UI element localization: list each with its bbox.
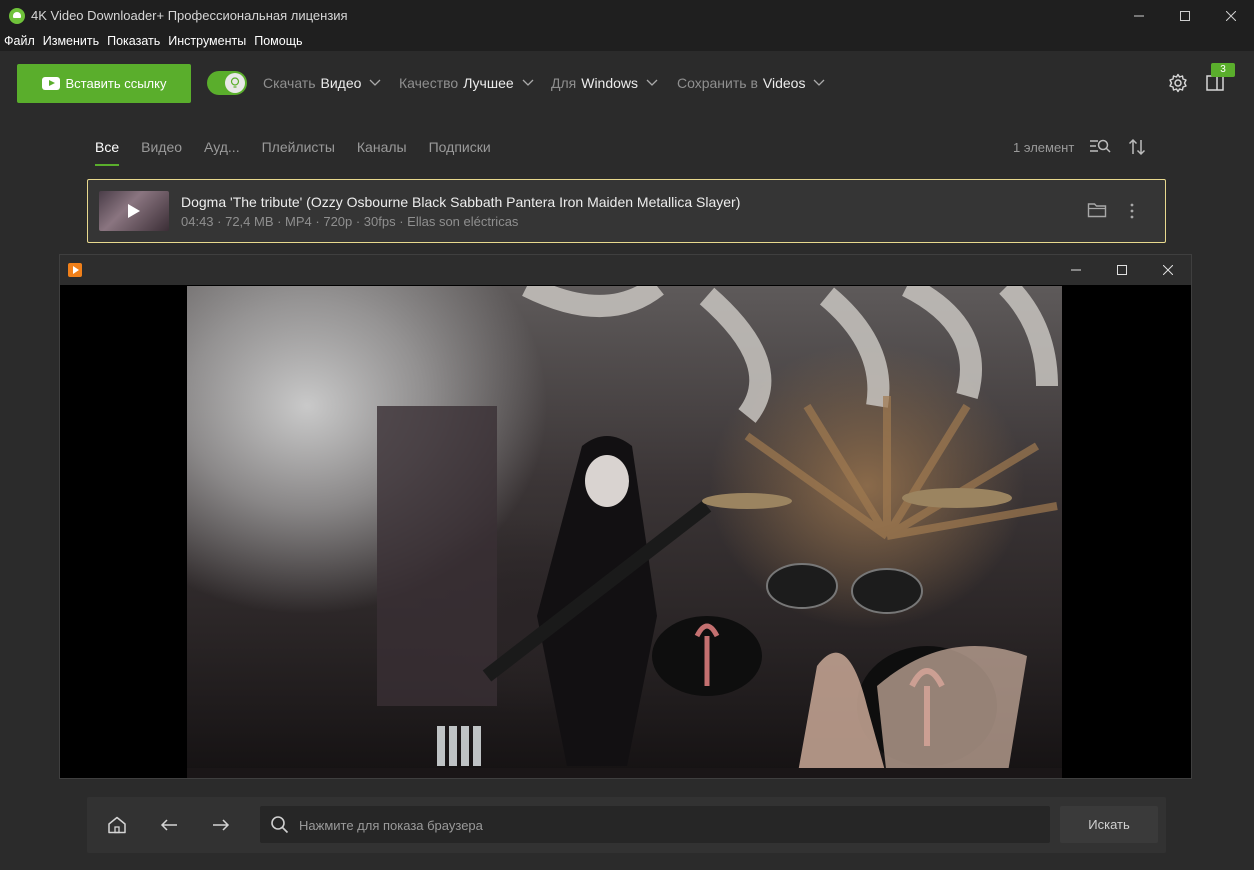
sort-icon[interactable] xyxy=(1128,138,1146,156)
close-icon xyxy=(1163,265,1173,275)
chevron-down-icon xyxy=(522,79,534,86)
player-minimize-button[interactable] xyxy=(1053,255,1099,285)
player-maximize-button[interactable] xyxy=(1099,255,1145,285)
menu-tools[interactable]: Инструменты xyxy=(164,34,250,48)
platform-value: Windows xyxy=(581,75,639,91)
minimize-icon xyxy=(1071,269,1081,271)
toolbar: Вставить ссылку Скачать Видео Качество Л… xyxy=(0,51,1254,115)
concert-scene-image xyxy=(187,286,1062,778)
search-icon xyxy=(271,816,289,834)
player-close-button[interactable] xyxy=(1145,255,1191,285)
paste-link-label: Вставить ссылку xyxy=(65,76,167,91)
tab-audio[interactable]: Ауд... xyxy=(204,139,240,167)
quality-value: Лучшее xyxy=(463,75,514,91)
smart-mode-toggle[interactable] xyxy=(207,71,247,95)
more-options-icon[interactable] xyxy=(1129,202,1135,220)
save-location-label: Сохранить в xyxy=(677,75,758,91)
chevron-down-icon xyxy=(369,79,381,86)
platform-label: Для xyxy=(551,75,577,91)
close-icon xyxy=(1226,10,1236,21)
chevron-down-icon xyxy=(646,79,658,86)
quality-dropdown[interactable]: Качество Лучшее xyxy=(399,75,534,91)
play-icon xyxy=(128,204,140,218)
gear-icon[interactable] xyxy=(1168,73,1188,93)
category-tabs: Все Видео Ауд... Плейлисты Каналы Подпис… xyxy=(95,139,513,169)
download-type-label: Скачать xyxy=(263,75,316,91)
download-type-dropdown[interactable]: Скачать Видео xyxy=(263,75,381,91)
browser-search-box[interactable] xyxy=(260,806,1050,845)
menu-bar: Файл Изменить Показать Инструменты Помощ… xyxy=(0,31,1254,51)
browser-bar: Искать xyxy=(87,797,1166,853)
folder-icon[interactable] xyxy=(1087,202,1107,218)
tab-video[interactable]: Видео xyxy=(141,139,182,167)
tab-subscriptions[interactable]: Подписки xyxy=(429,139,491,167)
platform-dropdown[interactable]: Для Windows xyxy=(551,75,658,91)
search-button[interactable]: Искать xyxy=(1060,806,1158,843)
window-title: 4K Video Downloader+ Профессиональная ли… xyxy=(31,8,348,23)
player-title-bar xyxy=(60,255,1191,285)
quality-label: Качество xyxy=(399,75,459,91)
item-count: 1 элемент xyxy=(1013,140,1075,155)
download-list-item[interactable]: Dogma 'The tribute' (Ozzy Osbourne Black… xyxy=(87,179,1166,243)
search-list-icon[interactable] xyxy=(1089,138,1111,156)
lightbulb-icon xyxy=(225,73,245,93)
back-arrow-icon[interactable] xyxy=(159,816,179,834)
window-controls xyxy=(1116,0,1254,31)
item-meta: 04:43 · 72,4 MB · MP4 · 720p · 30fps · E… xyxy=(181,214,519,229)
minimize-button[interactable] xyxy=(1116,0,1162,31)
forward-arrow-icon[interactable] xyxy=(211,816,231,834)
save-location-value: Videos xyxy=(762,75,806,91)
save-location-dropdown[interactable]: Сохранить в Videos xyxy=(677,75,825,91)
menu-help[interactable]: Помощь xyxy=(250,34,306,48)
media-player-icon xyxy=(68,263,82,277)
close-button[interactable] xyxy=(1208,0,1254,31)
tab-playlists[interactable]: Плейлисты xyxy=(262,139,335,167)
download-type-value: Видео xyxy=(320,75,362,91)
player-window-controls xyxy=(1053,255,1191,285)
video-frame[interactable] xyxy=(187,286,1062,778)
paste-link-button[interactable]: Вставить ссылку xyxy=(17,64,191,103)
media-player-window xyxy=(59,254,1192,779)
menu-view[interactable]: Показать xyxy=(103,34,164,48)
tab-all[interactable]: Все xyxy=(95,139,120,167)
youtube-icon xyxy=(41,77,60,90)
maximize-icon xyxy=(1180,10,1190,21)
app-logo-icon xyxy=(9,7,25,24)
item-title: Dogma 'The tribute' (Ozzy Osbourne Black… xyxy=(181,194,741,210)
minimize-icon xyxy=(1134,15,1144,16)
chevron-down-icon xyxy=(814,79,825,86)
tab-channels[interactable]: Каналы xyxy=(357,139,407,167)
title-bar: 4K Video Downloader+ Профессиональная ли… xyxy=(0,0,1254,31)
browser-search-input[interactable] xyxy=(297,806,1041,845)
home-icon[interactable] xyxy=(107,816,127,834)
video-thumbnail[interactable] xyxy=(99,191,169,231)
menu-edit[interactable]: Изменить xyxy=(39,34,103,48)
menu-file[interactable]: Файл xyxy=(0,34,39,48)
maximize-icon xyxy=(1117,265,1127,275)
maximize-button[interactable] xyxy=(1162,0,1208,31)
downloads-count-badge: 3 xyxy=(1211,63,1235,77)
